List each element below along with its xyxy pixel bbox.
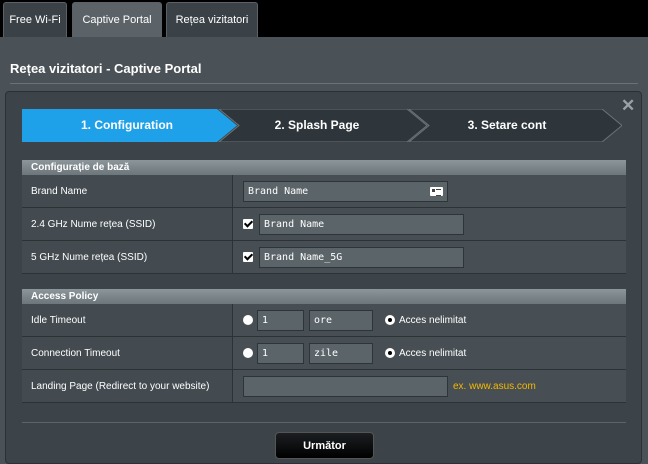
step-account-setup: 3. Setare cont bbox=[467, 118, 547, 132]
brand-name-input[interactable]: Brand Name bbox=[243, 180, 448, 202]
title-divider bbox=[10, 83, 638, 84]
top-tab-bar: Free Wi-Fi Captive Portal Rețea vizitato… bbox=[0, 0, 648, 37]
idle-timeout-label: Idle Timeout bbox=[22, 304, 233, 336]
ssid-5-label: 5 GHz Nume rețea (SSID) bbox=[22, 241, 233, 273]
connection-timeout-label: Connection Timeout bbox=[22, 337, 233, 369]
connection-timeout-unit: zile bbox=[314, 347, 339, 359]
connection-timeout-input[interactable]: 1 bbox=[257, 342, 304, 364]
connection-timeout-row: Connection Timeout 1 zile Acces nelimita… bbox=[22, 337, 626, 370]
tab-free-wifi[interactable]: Free Wi-Fi bbox=[3, 2, 67, 37]
landing-page-row: Landing Page (Redirect to your website) … bbox=[22, 370, 626, 403]
basic-config-section: Configurație de bază Brand Name Brand Na… bbox=[22, 160, 626, 274]
idle-timeout-unit-select[interactable]: ore bbox=[309, 309, 373, 331]
id-card-icon[interactable] bbox=[430, 186, 443, 196]
idle-unlimited-label: Acces nelimitat bbox=[399, 314, 467, 326]
section-header-policy: Access Policy bbox=[22, 289, 626, 304]
connection-timeout-value: 1 bbox=[262, 347, 269, 359]
access-policy-section: Access Policy Idle Timeout 1 ore Acces n… bbox=[22, 289, 626, 403]
brand-name-label: Brand Name bbox=[22, 175, 233, 207]
landing-page-label: Landing Page (Redirect to your website) bbox=[22, 370, 233, 402]
section-header-basic: Configurație de bază bbox=[22, 160, 626, 175]
page-title: Rețea vizitatori - Captive Portal bbox=[10, 61, 202, 76]
idle-unlimited-radio[interactable] bbox=[385, 315, 395, 325]
idle-timeout-input[interactable]: 1 bbox=[257, 309, 304, 331]
landing-page-input[interactable] bbox=[243, 375, 448, 397]
close-icon[interactable]: ✕ bbox=[621, 96, 635, 116]
idle-timeout-value: 1 bbox=[262, 314, 269, 326]
ssid-24-value: Brand Name bbox=[264, 218, 325, 230]
tab-guest-network[interactable]: Rețea vizitatori bbox=[166, 2, 258, 37]
step-configuration: 1. Configuration bbox=[81, 118, 173, 132]
ssid-24-checkbox[interactable] bbox=[243, 219, 253, 229]
connection-unlimited-radio[interactable] bbox=[385, 348, 395, 358]
brand-name-value: Brand Name bbox=[248, 185, 309, 197]
ssid-24-label: 2.4 GHz Nume rețea (SSID) bbox=[22, 208, 233, 240]
connection-timeout-radio[interactable] bbox=[243, 348, 253, 358]
next-button[interactable]: Următor bbox=[275, 432, 374, 459]
wizard-steps: 1. Configuration 2. Splash Page 3. Setar… bbox=[22, 109, 622, 142]
brand-name-row: Brand Name Brand Name bbox=[22, 175, 626, 208]
tab-captive-portal[interactable]: Captive Portal bbox=[72, 2, 162, 37]
idle-timeout-row: Idle Timeout 1 ore Acces nelimitat bbox=[22, 304, 626, 337]
landing-page-hint: ex. www.asus.com bbox=[453, 380, 536, 392]
idle-timeout-radio[interactable] bbox=[243, 315, 253, 325]
ssid-24-input[interactable]: Brand Name bbox=[259, 213, 464, 235]
ssid-5-value: Brand Name_5G bbox=[264, 251, 343, 263]
ssid-5-input[interactable]: Brand Name_5G bbox=[259, 246, 464, 268]
ssid-5-row: 5 GHz Nume rețea (SSID) Brand Name_5G bbox=[22, 241, 626, 274]
ssid-24-row: 2.4 GHz Nume rețea (SSID) Brand Name bbox=[22, 208, 626, 241]
idle-timeout-unit: ore bbox=[314, 314, 333, 326]
connection-timeout-unit-select[interactable]: zile bbox=[309, 342, 373, 364]
ssid-5-checkbox[interactable] bbox=[243, 252, 253, 262]
wizard-dialog bbox=[5, 91, 642, 464]
connection-unlimited-label: Acces nelimitat bbox=[399, 347, 467, 359]
step-splash-page: 2. Splash Page bbox=[274, 118, 360, 132]
footer-divider bbox=[22, 422, 626, 423]
